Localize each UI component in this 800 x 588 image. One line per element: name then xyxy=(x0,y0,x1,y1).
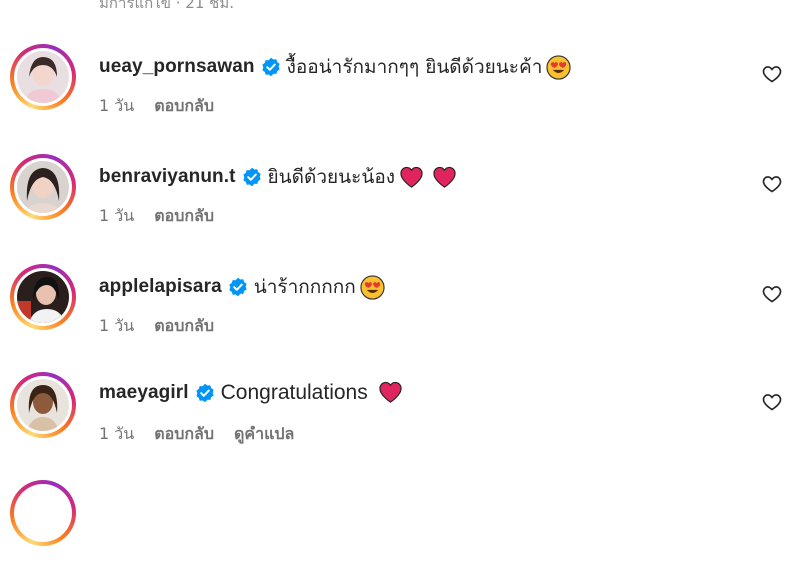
avatar[interactable] xyxy=(17,379,69,431)
avatar[interactable] xyxy=(17,271,69,323)
story-ring[interactable] xyxy=(10,264,76,330)
comment-username[interactable]: ueay_pornsawan xyxy=(99,56,255,78)
comment-item: ueay_pornsawan งื้ออน่ารักมากๆๆ ยินดีด้ว… xyxy=(0,44,800,152)
comment-text: น่าร้ากกกกก xyxy=(253,276,356,298)
verified-badge-icon xyxy=(195,383,215,403)
red-heart-emoji-icon xyxy=(399,165,424,190)
comment-item xyxy=(0,480,800,588)
comment-timestamp: 1 วัน xyxy=(99,96,135,115)
story-ring[interactable] xyxy=(10,480,76,546)
like-heart-icon[interactable] xyxy=(762,284,782,304)
heart-eyes-emoji-icon xyxy=(546,54,571,80)
see-translation-button[interactable]: ดูคำแปล xyxy=(234,422,294,447)
avatar[interactable] xyxy=(17,161,69,213)
comment-username[interactable]: maeyagirl xyxy=(99,382,189,404)
comment-text: Congratulations xyxy=(220,380,368,404)
comment-timestamp: 1 วัน xyxy=(99,424,135,443)
comment-username[interactable]: benraviyanun.t xyxy=(99,166,236,188)
verified-badge-icon xyxy=(228,277,248,297)
comment-item: applelapisara น่าร้ากกกกก 1 วัน ตอบกลับ xyxy=(0,264,800,372)
like-heart-icon[interactable] xyxy=(762,392,782,412)
avatar[interactable] xyxy=(17,51,69,103)
reply-button[interactable]: ตอบกลับ xyxy=(154,204,214,229)
like-heart-icon[interactable] xyxy=(762,174,782,194)
story-ring[interactable] xyxy=(10,44,76,110)
reply-button[interactable]: ตอบกลับ xyxy=(154,314,214,339)
like-heart-icon[interactable] xyxy=(762,64,782,84)
red-heart-emoji-icon xyxy=(432,165,457,190)
heart-eyes-emoji-icon xyxy=(360,274,385,300)
comment-item: benraviyanun.t ยินดีด้วยนะน้อง 1 วัน ตอบ… xyxy=(0,154,800,262)
verified-badge-icon xyxy=(261,57,281,77)
previous-comment-meta: มีการแก้ไข · 21 ชม. xyxy=(99,0,234,12)
comment-timestamp: 1 วัน xyxy=(99,316,135,335)
reply-button[interactable]: ตอบกลับ xyxy=(154,422,214,447)
story-ring[interactable] xyxy=(10,372,76,438)
comment-timestamp: 1 วัน xyxy=(99,206,135,225)
comment-text: ยินดีด้วยนะน้อง xyxy=(267,166,396,188)
story-ring[interactable] xyxy=(10,154,76,220)
red-heart-emoji-icon xyxy=(378,380,403,405)
comment-text: งื้ออน่ารักมากๆๆ ยินดีด้วยนะค้า xyxy=(286,56,543,78)
comment-item: maeyagirl Congratulations 1 วัน ตอบกลับ … xyxy=(0,372,800,480)
comment-username[interactable]: applelapisara xyxy=(99,276,222,298)
reply-button[interactable]: ตอบกลับ xyxy=(154,94,214,119)
verified-badge-icon xyxy=(242,167,262,187)
